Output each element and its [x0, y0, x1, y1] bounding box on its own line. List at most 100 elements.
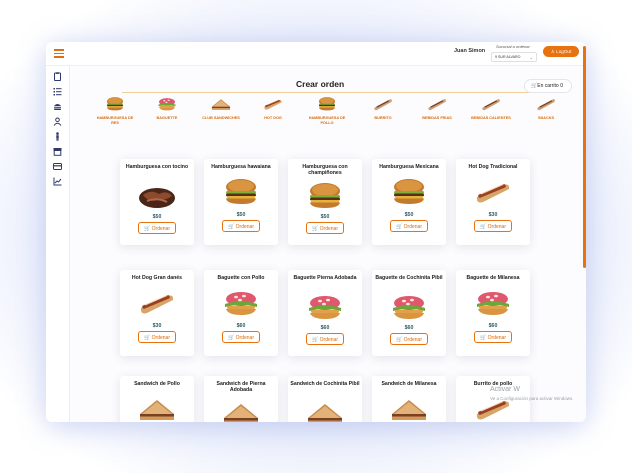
logout-button[interactable]: ♙ LogOut: [543, 46, 579, 57]
burger-icon[interactable]: [53, 102, 62, 111]
category-item[interactable]: SNACKS: [526, 96, 566, 121]
product-card: Sandwich de Cochinita Pibil: [288, 376, 362, 422]
branch-select[interactable]: 9 SUR ALVARO ⌄: [491, 52, 537, 62]
page-title: Crear orden: [296, 79, 345, 89]
category-item[interactable]: CLUB SANDWICHES: [201, 96, 241, 121]
user-icon[interactable]: [53, 117, 62, 126]
person-icon[interactable]: [53, 132, 62, 141]
sandwich-image: [305, 398, 345, 422]
order-button[interactable]: 🛒 Ordenar: [222, 331, 260, 343]
product-price: $50: [404, 212, 414, 218]
top-bar: Juan Simon Sucursal a ordenar 9 SUR ALVA…: [46, 42, 586, 66]
order-button[interactable]: 🛒 Ordenar: [222, 220, 260, 232]
category-item[interactable]: BEBIDAS CALIENTES: [471, 96, 511, 121]
product-name: Hamburguesa con tocino: [125, 164, 189, 170]
product-price: $50: [320, 214, 330, 220]
product-card: Baguette con Pollo $60 🛒 Ordenar: [204, 270, 278, 356]
receipt-icon[interactable]: [53, 162, 62, 171]
product-price: $60: [236, 323, 246, 329]
burrito-icon: [426, 96, 448, 112]
scrollbar[interactable]: [583, 46, 586, 268]
list-icon[interactable]: [53, 87, 62, 96]
product-name: Baguette de Milanesa: [466, 275, 520, 281]
category-label: BEBIDAS FRIAS: [422, 116, 452, 120]
menu-toggle-icon[interactable]: [54, 49, 64, 58]
product-name: Hamburguesa con champiñones: [302, 164, 348, 177]
logout-label: LogOut: [556, 49, 572, 54]
product-name: Sandwich de Pollo: [134, 381, 180, 387]
category-item[interactable]: BURRITO: [363, 96, 403, 121]
cart-label: En carrito: [537, 83, 559, 89]
branch-select-value: 9 SUR ALVARO: [495, 55, 521, 59]
product-name: Hot Dog Tradicional: [468, 164, 518, 170]
store-icon[interactable]: [53, 147, 62, 156]
order-button[interactable]: 🛒 Ordenar: [306, 222, 344, 234]
category-label: HAMBURGUESA DE POLLO: [308, 116, 346, 125]
order-label: Ordenar: [235, 223, 254, 230]
baguette-image: [305, 292, 345, 322]
burger-image: [389, 177, 429, 207]
app-window: Juan Simon Sucursal a ordenar 9 SUR ALVA…: [46, 42, 586, 422]
order-label: Ordenar: [487, 223, 506, 230]
product-card: Baguette de Cochinita Pibil $60 🛒 Ordenar: [372, 270, 446, 356]
product-card: Hamburguesa Mexicana $50 🛒 Ordenar: [372, 159, 446, 245]
hotdog-icon: [262, 96, 284, 112]
product-card: Hamburguesa hawaiana $50 🛒 Ordenar: [204, 159, 278, 245]
product-name: Baguette de Cochinita Pibil: [375, 275, 443, 281]
order-button[interactable]: 🛒 Ordenar: [474, 220, 512, 232]
product-price: $30: [152, 323, 162, 329]
product-price: $30: [488, 212, 498, 218]
product-card: Hamburguesa con tocino $50 🛒 Ordenar: [120, 159, 194, 245]
cart-count: 0: [560, 83, 563, 89]
sandwich-image: [221, 398, 261, 422]
product-price: $60: [404, 325, 414, 331]
cart-icon: 🛒: [144, 225, 152, 232]
category-item[interactable]: HAMBURGUESA DE RES: [95, 96, 135, 126]
title-divider: [122, 92, 552, 93]
product-name: Baguette con Pollo: [217, 275, 265, 281]
product-card: Hamburguesa con champiñones $50 🛒 Ordenar: [288, 159, 362, 245]
product-name: Hot Dog Gran danés: [131, 275, 183, 281]
cart-icon: 🛒: [480, 223, 488, 230]
cart-icon: 🛒: [228, 334, 236, 341]
product-card: Sandwich de Pierna Adobada: [204, 376, 278, 422]
product-card: Baguette Pierna Adobada $60 🛒 Ordenar: [288, 270, 362, 356]
cart-button[interactable]: 🛒En carrito 0: [524, 79, 572, 93]
order-button[interactable]: 🛒 Ordenar: [474, 331, 512, 343]
hotdog-image: [137, 288, 177, 318]
burrito-icon: [372, 96, 394, 112]
category-item[interactable]: HAMBURGUESA DE POLLO: [307, 96, 347, 126]
order-label: Ordenar: [403, 223, 422, 230]
meat-image: [137, 181, 177, 211]
burger-icon: [104, 96, 126, 112]
product-price: $60: [320, 325, 330, 331]
order-button[interactable]: 🛒 Ordenar: [306, 333, 344, 345]
chart-icon[interactable]: [53, 177, 62, 186]
product-price: $50: [236, 212, 246, 218]
baguette-image: [221, 288, 261, 318]
burger-icon: [316, 96, 338, 112]
category-label: BAGUETTE: [156, 116, 178, 120]
sandwich-icon: [210, 96, 232, 112]
clipboard-icon[interactable]: [53, 72, 62, 81]
category-label: BEBIDAS CALIENTES: [471, 116, 511, 120]
order-label: Ordenar: [319, 225, 338, 232]
product-card: Baguette de Milanesa $60 🛒 Ordenar: [456, 270, 530, 356]
category-label: HOT DOG: [264, 116, 282, 120]
cart-icon: 🛒: [312, 225, 320, 232]
order-button[interactable]: 🛒 Ordenar: [138, 222, 176, 234]
category-item[interactable]: BAGUETTE: [147, 96, 187, 121]
order-button[interactable]: 🛒 Ordenar: [138, 331, 176, 343]
category-item[interactable]: BEBIDAS FRIAS: [417, 96, 457, 121]
product-name: Sandwich de Milanesa: [381, 381, 437, 387]
baguette-image: [389, 292, 429, 322]
baguette-icon: [156, 96, 178, 112]
burger-image: [221, 177, 261, 207]
cart-icon: 🛒: [396, 336, 404, 343]
category-item[interactable]: HOT DOG: [253, 96, 293, 121]
product-name: Sandwich de Cochinita Pibil: [290, 381, 360, 387]
order-button[interactable]: 🛒 Ordenar: [390, 333, 428, 345]
category-label: CLUB SANDWICHES: [202, 116, 240, 120]
order-button[interactable]: 🛒 Ordenar: [390, 220, 428, 232]
category-label: HAMBURGUESA DE RES: [96, 116, 134, 125]
